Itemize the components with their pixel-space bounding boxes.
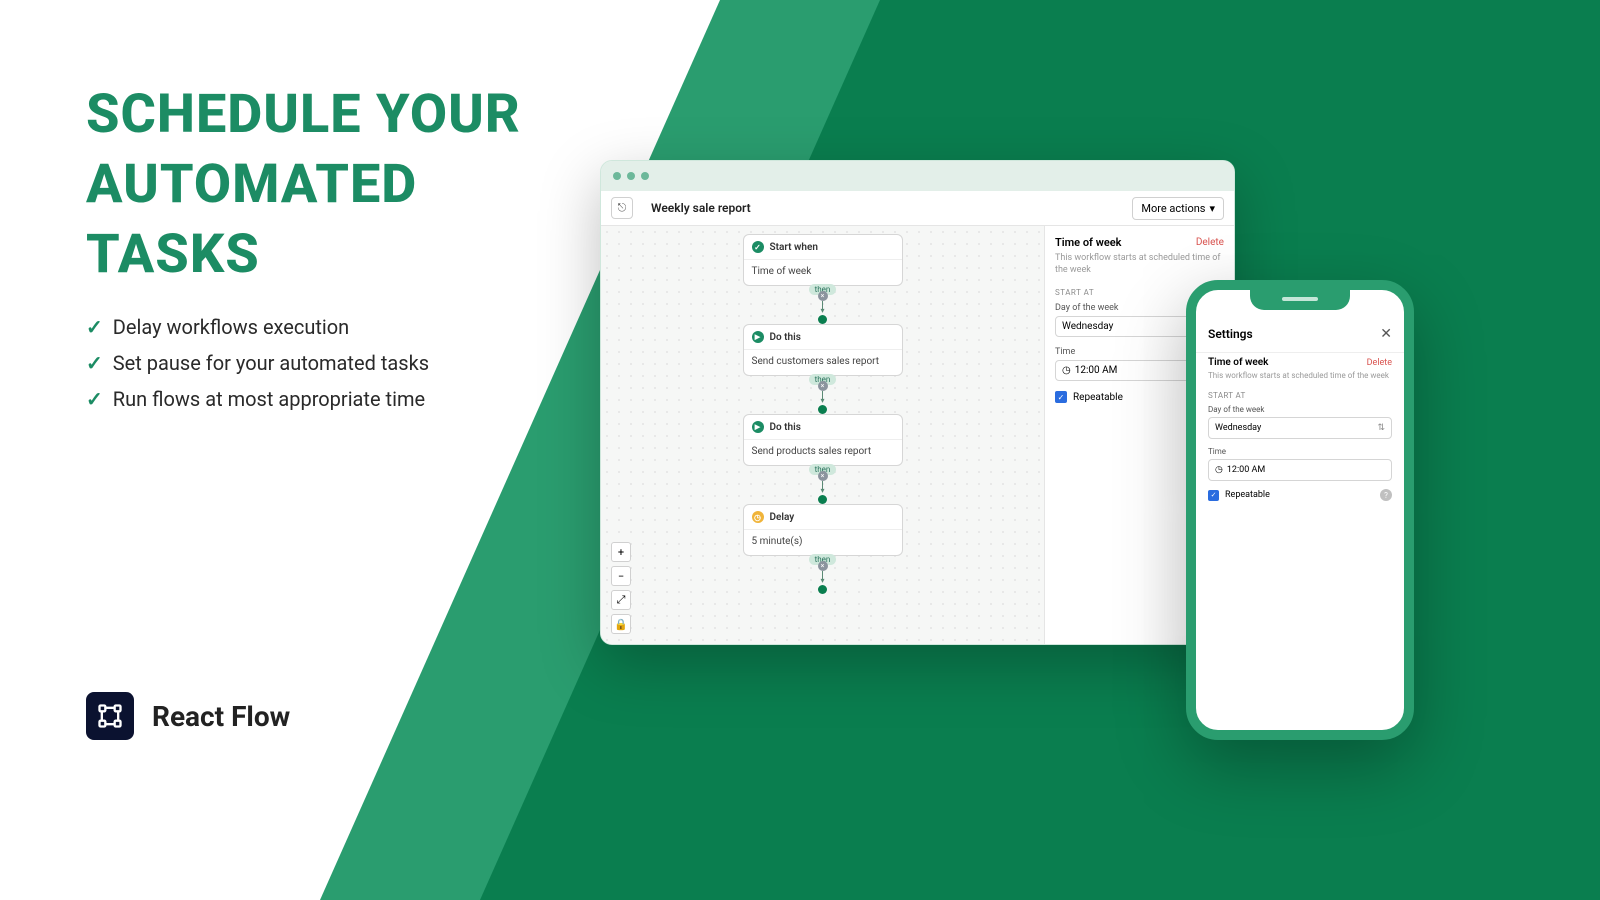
zoom-out-button[interactable]: − — [611, 566, 631, 586]
traffic-light-icon — [613, 172, 621, 180]
clock-icon: ◷ — [752, 511, 764, 523]
brand-name: React Flow — [152, 700, 290, 733]
heading-line2: AUTOMATED — [86, 150, 521, 220]
app-toolbar: ⎋ Weekly sale report More actions ▾ — [601, 191, 1234, 226]
flow-connector: then × ▾ — [809, 556, 837, 594]
window-chrome — [601, 161, 1234, 191]
flow-node-action[interactable]: ▶ Do this Send customers sales report — [743, 324, 903, 376]
add-node-handle[interactable] — [818, 405, 827, 414]
more-actions-label: More actions — [1141, 202, 1205, 215]
more-actions-dropdown[interactable]: More actions ▾ — [1132, 197, 1224, 220]
mobile-time-input[interactable]: ◷ 12:00 AM — [1208, 459, 1392, 481]
add-node-handle[interactable] — [818, 495, 827, 504]
play-circle-icon: ▶ — [752, 331, 764, 343]
node-body-text: Time of week — [744, 260, 902, 285]
flow-connector: then × ▾ — [809, 376, 837, 414]
mobile-screen: Settings ✕ Time of week Delete This work… — [1196, 316, 1404, 730]
flow-connector: then × ▾ — [809, 286, 837, 324]
check-icon: ✓ — [86, 315, 103, 339]
fit-view-button[interactable]: ⤢ — [611, 590, 631, 610]
delete-button[interactable]: Delete — [1196, 237, 1224, 248]
mobile-panel-title: Time of week — [1208, 357, 1268, 368]
mobile-time-label: Time — [1208, 447, 1392, 456]
node-body-text: 5 minute(s) — [744, 530, 902, 555]
time-value: 12:00 AM — [1227, 465, 1265, 475]
phone-speaker — [1282, 297, 1318, 301]
node-body-text: Send customers sales report — [744, 350, 902, 375]
check-circle-icon: ✓ — [752, 241, 764, 253]
desktop-mock: ⎋ Weekly sale report More actions ▾ ✓ Sta… — [600, 160, 1235, 645]
panel-title: Time of week — [1055, 236, 1121, 249]
flow-node-start[interactable]: ✓ Start when Time of week — [743, 234, 903, 286]
add-node-handle[interactable] — [818, 585, 827, 594]
heading-line3: TASKS — [86, 220, 521, 290]
canvas-controls: + − ⤢ 🔒 — [611, 542, 631, 634]
traffic-light-icon — [627, 172, 635, 180]
remove-connector-icon[interactable]: × — [818, 561, 828, 571]
mobile-section-label: START AT — [1208, 391, 1392, 400]
clock-icon: ◷ — [1215, 465, 1223, 475]
workflow-title: Weekly sale report — [651, 201, 751, 215]
flow-connector: then × ▾ — [809, 466, 837, 504]
node-body-text: Send products sales report — [744, 440, 902, 465]
chevron-down-icon: ▾ — [1209, 202, 1215, 215]
add-node-handle[interactable] — [818, 315, 827, 324]
mobile-mock: Settings ✕ Time of week Delete This work… — [1186, 280, 1414, 740]
remove-connector-icon[interactable]: × — [818, 381, 828, 391]
brand-logo-icon — [86, 692, 134, 740]
flow-node-action[interactable]: ▶ Do this Send products sales report — [743, 414, 903, 466]
hero-heading: SCHEDULE YOUR AUTOMATED TASKS — [86, 80, 521, 291]
check-icon: ✓ — [86, 387, 103, 411]
mobile-panel-description: This workflow starts at scheduled time o… — [1208, 371, 1392, 381]
time-value: 12:00 AM — [1075, 365, 1118, 376]
play-circle-icon: ▶ — [752, 421, 764, 433]
flow-node-delay[interactable]: ◷ Delay 5 minute(s) — [743, 504, 903, 556]
flow-canvas[interactable]: ✓ Start when Time of week then × ▾ ▶ Do th… — [601, 226, 1044, 644]
delete-button[interactable]: Delete — [1367, 358, 1392, 368]
repeatable-label: Repeatable — [1073, 392, 1123, 403]
flow-nodes: ✓ Start when Time of week then × ▾ ▶ Do th… — [743, 234, 903, 594]
mobile-repeatable-checkbox[interactable]: ✓ Repeatable — [1208, 490, 1270, 501]
lock-button[interactable]: 🔒 — [611, 614, 631, 634]
node-head-label: Delay — [770, 512, 795, 523]
close-icon[interactable]: ✕ — [1380, 326, 1392, 342]
heading-line1: SCHEDULE YOUR — [86, 80, 521, 150]
info-icon[interactable]: ? — [1380, 489, 1392, 501]
node-head-label: Start when — [770, 242, 818, 253]
remove-connector-icon[interactable]: × — [818, 291, 828, 301]
mobile-day-label: Day of the week — [1208, 405, 1392, 414]
traffic-light-icon — [641, 172, 649, 180]
bullet-text: Set pause for your automated tasks — [113, 351, 429, 375]
repeatable-label: Repeatable — [1225, 490, 1270, 500]
back-button[interactable]: ⎋ — [611, 197, 633, 219]
check-icon: ✓ — [86, 351, 103, 375]
checkbox-checked-icon: ✓ — [1208, 490, 1219, 501]
zoom-in-button[interactable]: + — [611, 542, 631, 562]
select-arrows-icon: ⇅ — [1377, 423, 1385, 433]
day-value: Wednesday — [1215, 423, 1261, 433]
mobile-title: Settings — [1208, 327, 1253, 341]
app-frame: ⎋ Weekly sale report More actions ▾ ✓ Sta… — [601, 191, 1234, 644]
mobile-day-select[interactable]: Wednesday ⇅ — [1208, 417, 1392, 439]
brand: React Flow — [86, 692, 290, 740]
hero-bullets: ✓ Delay workflows execution ✓ Set pause fo… — [86, 315, 429, 423]
node-head-label: Do this — [770, 422, 801, 433]
panel-description: This workflow starts at scheduled time o… — [1055, 253, 1224, 276]
remove-connector-icon[interactable]: × — [818, 471, 828, 481]
checkbox-checked-icon: ✓ — [1055, 391, 1067, 403]
bullet-text: Run flows at most appropriate time — [113, 387, 425, 411]
clock-icon: ◷ — [1062, 365, 1071, 376]
node-head-label: Do this — [770, 332, 801, 343]
day-value: Wednesday — [1062, 321, 1113, 332]
bullet-text: Delay workflows execution — [113, 315, 349, 339]
